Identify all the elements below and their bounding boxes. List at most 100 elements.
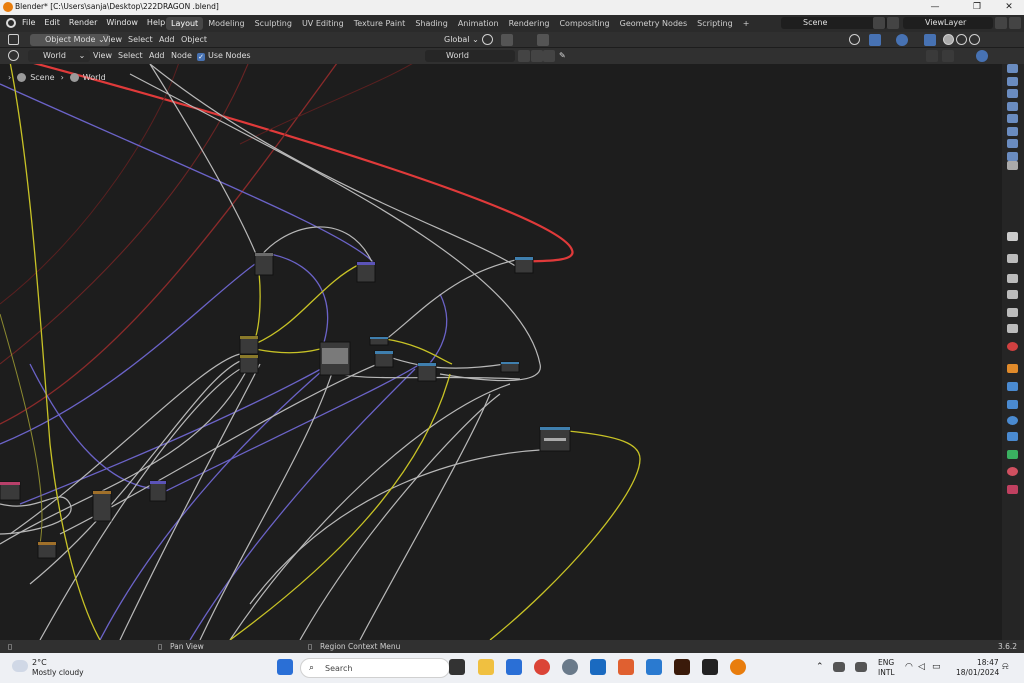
node-canvas[interactable]: › Scene › World — [0, 64, 1002, 640]
duplicate-world-icon[interactable] — [531, 50, 543, 62]
transform-orientation-dropdown[interactable]: Global ⌄ — [429, 34, 484, 46]
node-menu-view[interactable]: View — [93, 50, 112, 62]
node-box[interactable] — [239, 354, 259, 374]
chevron-up-icon[interactable]: ⌃ — [816, 662, 824, 672]
node-box[interactable] — [514, 256, 534, 274]
shading-rendered-icon[interactable] — [969, 34, 980, 45]
new-scene-icon[interactable] — [873, 17, 885, 29]
menu-file[interactable]: File — [22, 18, 35, 27]
clock-date[interactable]: 18/01/2024 — [956, 668, 999, 677]
breadcrumb-item-world[interactable]: World — [69, 73, 106, 82]
maximize-icon[interactable]: ❐ — [962, 0, 992, 15]
display-icon[interactable] — [855, 662, 867, 672]
tool-icon[interactable] — [1007, 254, 1018, 263]
tab-modeling[interactable]: Modeling — [203, 17, 249, 30]
camera-icon[interactable] — [1007, 89, 1018, 98]
camera-icon[interactable] — [1007, 161, 1018, 170]
scene-properties-icon[interactable] — [1007, 324, 1018, 333]
mode-dropdown[interactable]: Object Mode ⌄ — [30, 34, 110, 46]
keyboard-layout[interactable]: INTL — [878, 668, 895, 677]
tab-compositing[interactable]: Compositing — [554, 17, 614, 30]
output-icon[interactable] — [1007, 290, 1018, 299]
tab-geometry-nodes[interactable]: Geometry Nodes — [615, 17, 692, 30]
tab-uv-editing[interactable]: UV Editing — [297, 17, 349, 30]
node-box[interactable] — [149, 480, 167, 502]
node-box[interactable] — [417, 362, 437, 382]
pin-icon[interactable]: ✎ — [559, 50, 566, 62]
object-properties-icon[interactable] — [1007, 364, 1018, 373]
camera-icon[interactable] — [1007, 127, 1018, 136]
store-icon[interactable] — [506, 659, 522, 675]
fake-user-icon[interactable] — [518, 50, 530, 62]
node-box[interactable] — [254, 252, 274, 276]
tab-texture-paint[interactable]: Texture Paint — [349, 17, 411, 30]
gizmo-icon[interactable] — [869, 34, 881, 46]
keyboard-icon[interactable] — [833, 662, 845, 672]
add-workspace-button[interactable]: + — [738, 17, 755, 30]
menu-window[interactable]: Window — [106, 18, 138, 27]
properties-toggle-icon[interactable] — [1007, 232, 1018, 241]
snap-icon[interactable] — [501, 34, 513, 46]
render-icon[interactable] — [1007, 274, 1018, 283]
camera-icon[interactable] — [1007, 139, 1018, 148]
snap-node-icon[interactable] — [926, 50, 938, 62]
node-box[interactable] — [37, 541, 57, 559]
node-menu-node[interactable]: Node — [171, 50, 192, 62]
node-box[interactable] — [356, 261, 376, 283]
language-code[interactable]: ENG — [878, 658, 894, 667]
blender-taskbar-icon[interactable] — [730, 659, 746, 675]
node-menu-select[interactable]: Select — [118, 50, 143, 62]
new-view-layer-icon[interactable] — [995, 17, 1007, 29]
particles-icon[interactable] — [1007, 400, 1018, 409]
unlink-world-icon[interactable] — [543, 50, 555, 62]
volume-icon[interactable]: ◁ — [918, 662, 925, 672]
color-ramp-node[interactable] — [319, 341, 351, 376]
menu-render[interactable]: Render — [69, 18, 97, 27]
camera-icon[interactable] — [1007, 64, 1018, 73]
node-box[interactable] — [374, 350, 394, 368]
node-overlay-icon[interactable] — [976, 50, 988, 62]
menu-help[interactable]: Help — [147, 18, 165, 27]
object-data-icon[interactable] — [1007, 450, 1018, 459]
world-datablock-field[interactable]: World — [425, 50, 515, 62]
node-editor-type-icon[interactable] — [8, 50, 19, 61]
node-box[interactable] — [92, 490, 112, 522]
delete-view-layer-icon[interactable] — [1009, 17, 1021, 29]
tab-animation[interactable]: Animation — [453, 17, 504, 30]
shading-solid-icon[interactable] — [943, 34, 954, 45]
weather-cloudy-icon[interactable] — [12, 660, 28, 672]
constraints-icon[interactable] — [1007, 432, 1018, 441]
settings-gear-icon[interactable] — [562, 659, 578, 675]
viewport-menu-view[interactable]: View — [103, 34, 122, 46]
illustrator-icon[interactable] — [674, 659, 690, 675]
battery-icon[interactable]: ▭ — [932, 662, 941, 672]
camera-icon[interactable] — [1007, 77, 1018, 86]
physics-icon[interactable] — [1007, 416, 1018, 425]
tab-shading[interactable]: Shading — [410, 17, 453, 30]
node-box[interactable] — [239, 335, 259, 355]
overlay-icon[interactable] — [896, 34, 908, 46]
tab-sculpting[interactable]: Sculpting — [250, 17, 297, 30]
taskbar-search[interactable]: ⌕ Search — [300, 658, 450, 678]
tab-scripting[interactable]: Scripting — [692, 17, 738, 30]
minimize-icon[interactable]: — — [920, 0, 950, 15]
tab-layout[interactable]: Layout — [166, 17, 204, 30]
editor-type-icon[interactable] — [8, 34, 19, 45]
backdrop-icon[interactable] — [942, 50, 954, 62]
sticky-notes-icon[interactable] — [702, 659, 718, 675]
viewport-menu-object[interactable]: Object — [181, 34, 207, 46]
viewport-menu-select[interactable]: Select — [128, 34, 153, 46]
xray-icon[interactable] — [924, 34, 936, 46]
camera-icon[interactable] — [1007, 102, 1018, 111]
app-icon[interactable] — [618, 659, 634, 675]
modifier-icon[interactable] — [1007, 382, 1018, 391]
wifi-icon[interactable]: ◠ — [905, 662, 913, 672]
mail-icon[interactable] — [646, 659, 662, 675]
camera-icon[interactable] — [1007, 152, 1018, 161]
pivot-point-icon[interactable] — [482, 34, 493, 45]
outlook-icon[interactable] — [590, 659, 606, 675]
breadcrumb-item-scene[interactable]: Scene — [17, 73, 55, 82]
close-icon[interactable]: ✕ — [994, 0, 1024, 15]
texture-icon[interactable] — [1007, 485, 1018, 494]
material-icon[interactable] — [1007, 467, 1018, 476]
